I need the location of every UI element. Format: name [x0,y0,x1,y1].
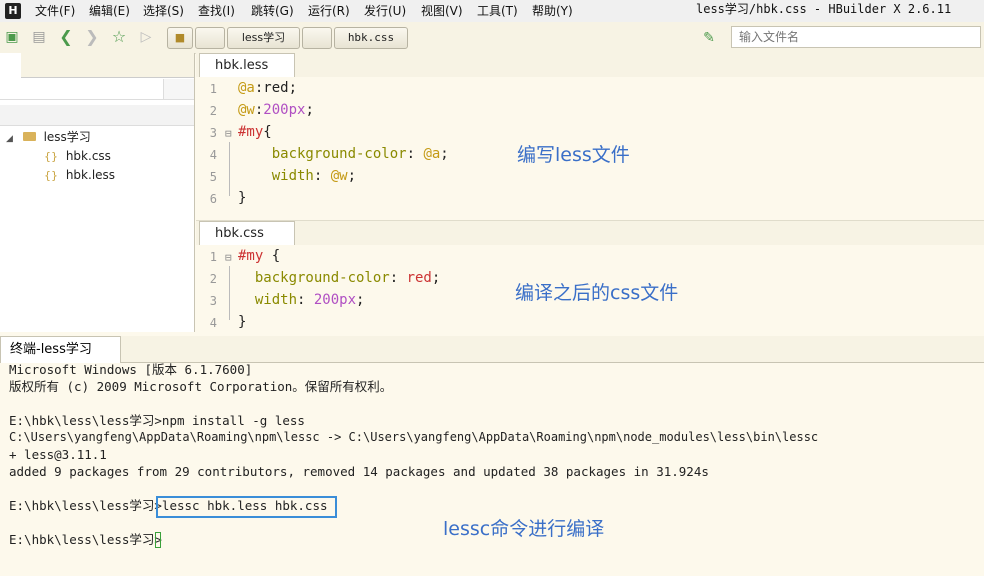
menu-find[interactable]: 查找(I) [198,0,235,22]
run-icon[interactable]: ▷ [137,28,155,46]
line-number: 1 [209,82,217,96]
menu-goto[interactable]: 跳转(G) [251,0,294,22]
folder-icon[interactable]: ■ [167,27,193,49]
css-file-icon: {} [44,150,58,163]
terminal-line: added 9 packages from 29 contributors, r… [9,464,709,479]
filter-button[interactable] [163,79,194,99]
new-file-icon[interactable]: ▣ [3,28,21,46]
tab-hbk-css[interactable]: hbk.css [199,221,295,245]
fold-toggle-icon[interactable]: ⊟ [225,251,232,264]
explorer-header [0,105,194,126]
project-breadcrumb-button[interactable]: less学习 [227,27,300,49]
project-root-label: less学习 [43,130,91,144]
folder-icon [22,132,36,141]
tree-file-label: hbk.less [65,168,116,182]
preview-icon[interactable]: ✎ [700,29,718,47]
terminal-line: E:\hbk\less\less学习> [9,532,162,547]
terminal-tabbar [0,336,984,363]
line-number: 2 [209,104,217,118]
code-line: width: 200px; [238,292,365,308]
back-arrow-icon[interactable]: ❮ [57,28,75,46]
explorer-tab-strip [21,53,194,78]
menu-file[interactable]: 文件(F) [35,0,75,22]
code-line: } [238,314,247,330]
terminal-line: C:\Users\yangfeng\AppData\Roaming\npm\le… [9,430,819,444]
less-file-icon: {} [44,169,58,182]
menu-bar: H 文件(F) 编辑(E) 选择(S) 查找(I) 跳转(G) 运行(R) 发行… [0,0,984,22]
tree-file-label: hbk.css [65,149,111,163]
file-breadcrumb-button[interactable]: hbk.css [334,27,408,49]
menu-help[interactable]: 帮助(Y) [532,0,573,22]
line-number: 2 [209,272,217,286]
line-number: 3 [209,126,217,140]
code-line: background-color: red; [238,270,441,286]
less-annotation: 编写less文件 [517,144,630,166]
terminal-line: Microsoft Windows [版本 6.1.7600] [9,362,253,377]
code-line: width: @w; [238,168,357,184]
terminal-annotation: lessc命令进行编译 [443,518,605,540]
terminal-line: E:\hbk\less\less学习>npm install -g less [9,413,305,428]
code-line: #my{ [238,124,272,140]
expand-arrow-icon[interactable]: ◢ [6,134,13,144]
line-number: 6 [209,192,217,206]
window-title: less学习/hbk.css - HBuilder X 2.6.11 [696,2,952,16]
tree-file-item[interactable]: {} hbk.less [44,166,115,185]
menu-run[interactable]: 运行(R) [308,0,350,22]
menu-edit[interactable]: 编辑(E) [89,0,130,22]
line-number: 1 [209,250,217,264]
toolbar: ▣ ▤ ❮ ❯ ☆ ▷ ■ less学习 hbk.css ✎ [0,22,984,54]
hbuilder-logo-icon: H [5,3,21,19]
breadcrumb-empty-button[interactable] [195,27,225,49]
code-line: } [238,190,247,206]
menu-view[interactable]: 视图(V) [421,0,463,22]
tab-terminal[interactable]: 终端-less学习 [0,336,121,363]
save-icon[interactable]: ▤ [30,28,48,46]
code-line: background-color: @a; [238,146,449,162]
tab-hbk-less[interactable]: hbk.less [199,53,295,77]
explorer-filter-bar[interactable] [0,79,194,100]
search-file-input[interactable] [731,26,981,48]
css-annotation: 编译之后的css文件 [515,282,679,304]
terminal-output[interactable]: Microsoft Windows [版本 6.1.7600] 版权所有 (c)… [0,362,984,576]
fold-guide [229,266,230,320]
code-line: @a:red; [238,80,298,96]
menu-tools[interactable]: 工具(T) [477,0,518,22]
star-icon[interactable]: ☆ [110,28,128,46]
menu-select[interactable]: 选择(S) [143,0,184,22]
line-number: 4 [209,316,217,330]
css-editor-tabbar [196,220,984,245]
less-code-editor[interactable]: 1 2 3 4 5 6 ⊟ @a:red; @w:200px; #my{ bac… [196,77,984,220]
forward-arrow-icon[interactable]: ❯ [83,28,101,46]
tree-file-item[interactable]: {} hbk.css [44,147,111,166]
fold-guide [229,142,230,196]
terminal-line: + less@3.11.1 [9,447,107,462]
fold-toggle-icon[interactable]: ⊟ [225,127,232,140]
code-line: @w:200px; [238,102,314,118]
code-line: #my { [238,248,281,264]
css-code-editor[interactable]: 1 2 3 4 ⊟ #my { background-color: red; w… [196,245,984,334]
breadcrumb-separator-button[interactable] [302,27,332,49]
tree-project-root[interactable]: ◢ less学习 [6,128,91,147]
project-explorer: ◢ less学习 {} hbk.css {} hbk.less [0,53,195,332]
menu-publish[interactable]: 发行(U) [364,0,406,22]
less-editor-tabbar [196,53,984,77]
line-number: 4 [209,148,217,162]
line-number: 5 [209,170,217,184]
terminal-cursor [155,532,161,548]
line-number: 3 [209,294,217,308]
terminal-line: 版权所有 (c) 2009 Microsoft Corporation。保留所有… [9,379,393,394]
command-highlight-box [156,496,337,518]
